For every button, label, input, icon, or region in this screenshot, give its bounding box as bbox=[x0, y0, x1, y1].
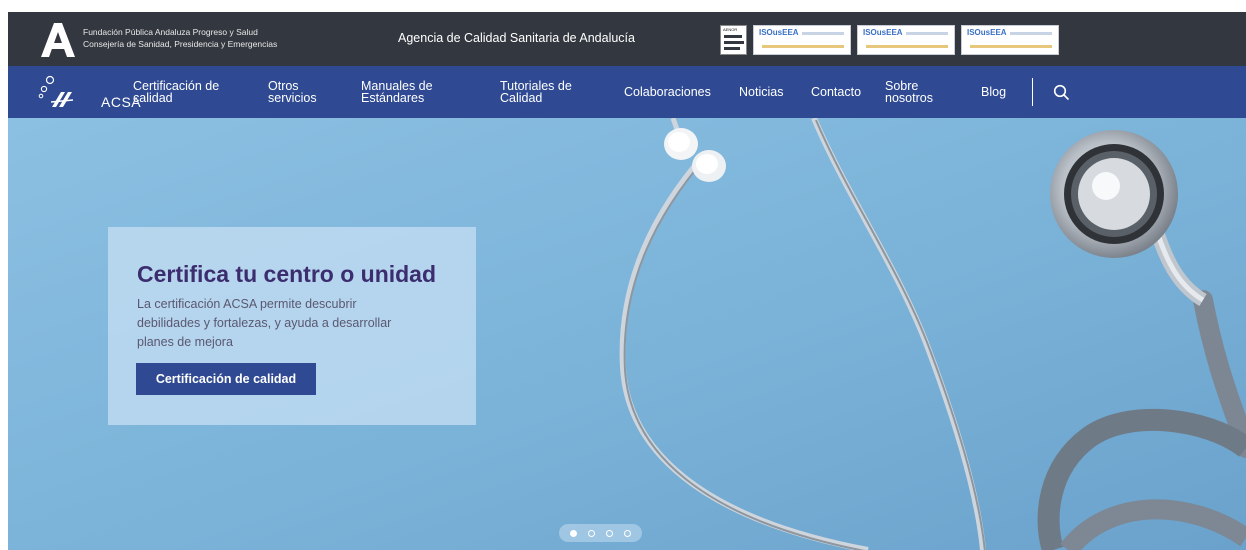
acsa-logo-icon bbox=[38, 75, 74, 107]
certificacion-de-calidad-button[interactable]: Certificación de calidad bbox=[136, 363, 316, 395]
nav-manuales-de-estandares[interactable]: Manuales de Estándares bbox=[361, 80, 433, 105]
nav-colaboraciones[interactable]: Colaboraciones bbox=[624, 86, 711, 99]
iso-eea-badge: ISOusEEA bbox=[753, 25, 851, 55]
nav-contacto[interactable]: Contacto bbox=[811, 86, 861, 99]
iso-eea-badge: ISOusEEA bbox=[961, 25, 1059, 55]
iso-eea-badge: ISOusEEA bbox=[857, 25, 955, 55]
slide-dot-2[interactable] bbox=[588, 529, 595, 537]
nav-certificacion-de-calidad[interactable]: Certificación de calidad bbox=[133, 80, 219, 105]
agency-name: Agencia de Calidad Sanitaria de Andalucí… bbox=[398, 31, 635, 45]
nav-noticias[interactable]: Noticias bbox=[739, 86, 783, 99]
aenor-badge: AENOR bbox=[720, 25, 747, 55]
slider-pagination bbox=[559, 524, 642, 542]
hero-description: La certificación ACSA permite descubrir … bbox=[137, 297, 392, 349]
foundation-text: Fundación Pública Andaluza Progreso y Sa… bbox=[83, 26, 277, 50]
main-navigation: ACSA Certificación de calidad Otros servic… bbox=[8, 66, 1246, 118]
junta-andalucia-logo[interactable] bbox=[40, 21, 76, 59]
acsa-logo[interactable]: ACSA bbox=[37, 74, 141, 110]
hero-title: Certifica tu centro o unidad bbox=[137, 261, 437, 287]
foundation-name: Fundación Pública Andaluza Progreso y Sa… bbox=[83, 27, 258, 37]
nav-tutoriales-de-calidad[interactable]: Tutoriales de Calidad bbox=[500, 80, 572, 105]
slide-dot-3[interactable] bbox=[606, 529, 613, 537]
slide-dot-1[interactable] bbox=[570, 529, 577, 537]
nav-otros-servicios[interactable]: Otros servicios bbox=[268, 80, 317, 105]
nav-sobre-nosotros[interactable]: Sobre nosotros bbox=[885, 80, 933, 105]
ministry-name: Consejería de Sanidad, Presidencia y Eme… bbox=[83, 39, 278, 49]
page: Fundación Pública Andaluza Progreso y Sa… bbox=[8, 12, 1246, 550]
search-icon[interactable] bbox=[1053, 84, 1069, 100]
slide-dot-4[interactable] bbox=[624, 529, 631, 537]
certification-badges: AENOR ISOusEEA ISOusEEA ISOusEEA bbox=[720, 24, 1059, 56]
hero-promo-card: Certifica tu centro o unidad La certific… bbox=[108, 227, 476, 425]
nav-divider bbox=[1032, 78, 1033, 106]
institution-bar: Fundación Pública Andaluza Progreso y Sa… bbox=[8, 12, 1246, 66]
hero-slider: Certifica tu centro o unidad La certific… bbox=[8, 118, 1246, 550]
nav-blog[interactable]: Blog bbox=[981, 86, 1006, 99]
